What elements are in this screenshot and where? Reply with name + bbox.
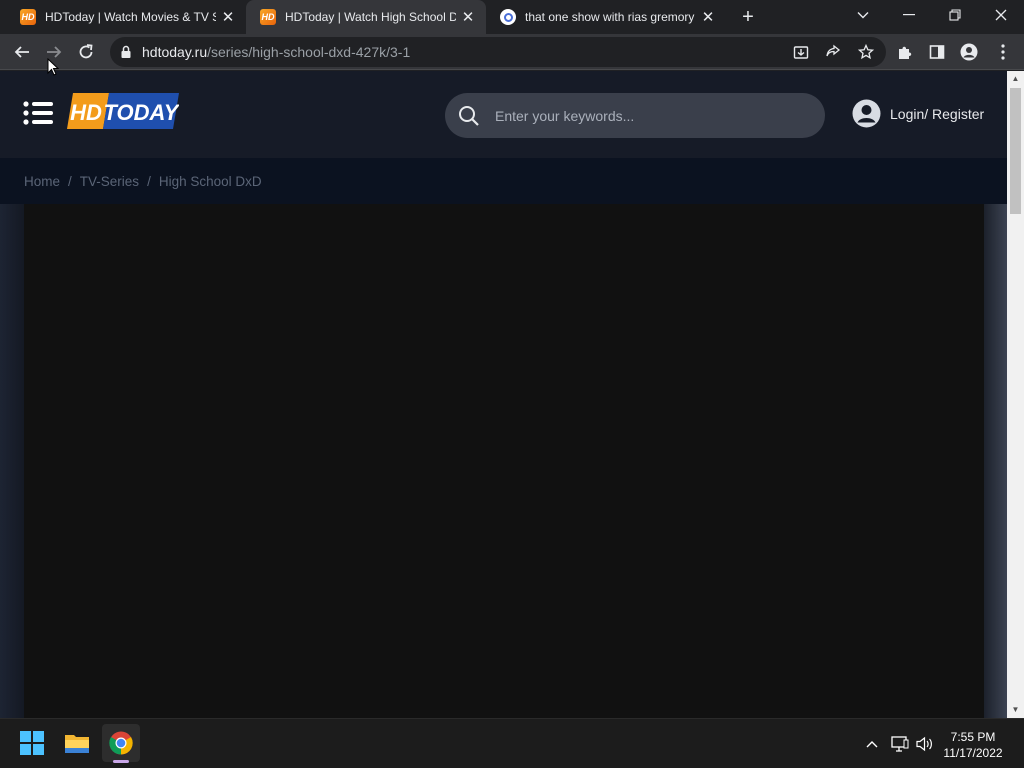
breadcrumb-separator: / [68,174,72,189]
breadcrumb: Home / TV-Series / High School DxD [24,174,262,189]
install-app-icon[interactable] [788,40,814,64]
tab-title: that one show with rias gremory [525,10,695,24]
logo-text-left: HD [70,100,102,125]
tray-overflow-chevron-icon[interactable] [862,735,882,753]
tab-search-chevron-icon[interactable] [840,0,886,30]
scroll-up-arrow-icon[interactable]: ▲ [1007,71,1024,87]
extensions-puzzle-icon[interactable] [892,40,918,64]
browser-tab[interactable]: that one show with rias gremory ✕ [486,0,726,34]
lock-icon[interactable] [120,45,132,59]
search-favicon-icon [500,9,516,25]
profile-icon[interactable] [956,40,982,64]
login-register-link[interactable]: Login/ Register [890,106,984,122]
browser-tab-active[interactable]: HD HDToday | Watch High School DxD ✕ [246,0,486,34]
hdtoday-favicon-icon: HD [260,9,276,25]
search-input[interactable] [495,106,805,126]
network-icon[interactable] [890,735,910,753]
breadcrumb-home[interactable]: Home [24,174,60,189]
taskbar-clock[interactable]: 7:55 PM 11/17/2022 [940,729,1006,761]
close-tab-icon[interactable]: ✕ [456,8,480,26]
new-tab-icon[interactable]: + [737,5,759,29]
url-host: hdtoday.ru [142,44,208,60]
file-explorer-icon[interactable] [58,724,96,762]
active-app-indicator [113,760,129,763]
breadcrumb-tv-series[interactable]: TV-Series [80,174,139,189]
hdtoday-favicon-icon: HD [20,9,36,25]
windows-start-icon[interactable] [13,724,51,762]
close-window-icon[interactable] [978,0,1024,30]
chrome-taskbar-icon[interactable] [102,724,140,762]
close-tab-icon[interactable]: ✕ [216,8,240,26]
page-viewport: HD TODAY Login/ Register Home / TV-Series /… [0,71,1007,718]
browser-menu-icon[interactable] [990,40,1016,64]
breadcrumb-current: High School DxD [158,174,262,189]
hdtoday-logo[interactable]: HD TODAY [67,93,181,129]
close-tab-icon[interactable]: ✕ [696,8,720,26]
tab-title: HDToday | Watch High School DxD [285,10,456,24]
minimize-icon[interactable] [886,0,932,30]
clock-date: 11/17/2022 [943,746,1003,760]
breadcrumb-separator: / [147,174,151,189]
scroll-down-arrow-icon[interactable]: ▼ [1007,702,1024,718]
bookmark-star-icon[interactable] [853,40,879,64]
url-text[interactable]: hdtoday.ru/series/high-school-dxd-427k/3… [142,44,410,60]
side-panel-icon[interactable] [924,40,950,64]
scrollbar-thumb[interactable] [1010,88,1021,214]
share-icon[interactable] [820,40,846,64]
mouse-cursor-icon [47,57,60,76]
video-player[interactable] [24,204,984,718]
browser-tab[interactable]: HD HDToday | Watch Movies & TV Series ✕ [6,0,246,34]
back-arrow-icon[interactable] [9,40,35,64]
hamburger-menu-icon[interactable] [23,101,53,125]
restore-icon[interactable] [932,0,978,30]
clock-time: 7:55 PM [950,730,996,744]
tab-title: HDToday | Watch Movies & TV Series [45,10,216,24]
logo-text-right: TODAY [104,100,179,125]
url-path: /series/high-school-dxd-427k/3-1 [207,44,411,60]
user-avatar-icon[interactable] [852,99,881,128]
reload-icon[interactable] [73,40,99,64]
volume-icon[interactable] [915,735,935,753]
search-icon[interactable] [458,105,480,127]
